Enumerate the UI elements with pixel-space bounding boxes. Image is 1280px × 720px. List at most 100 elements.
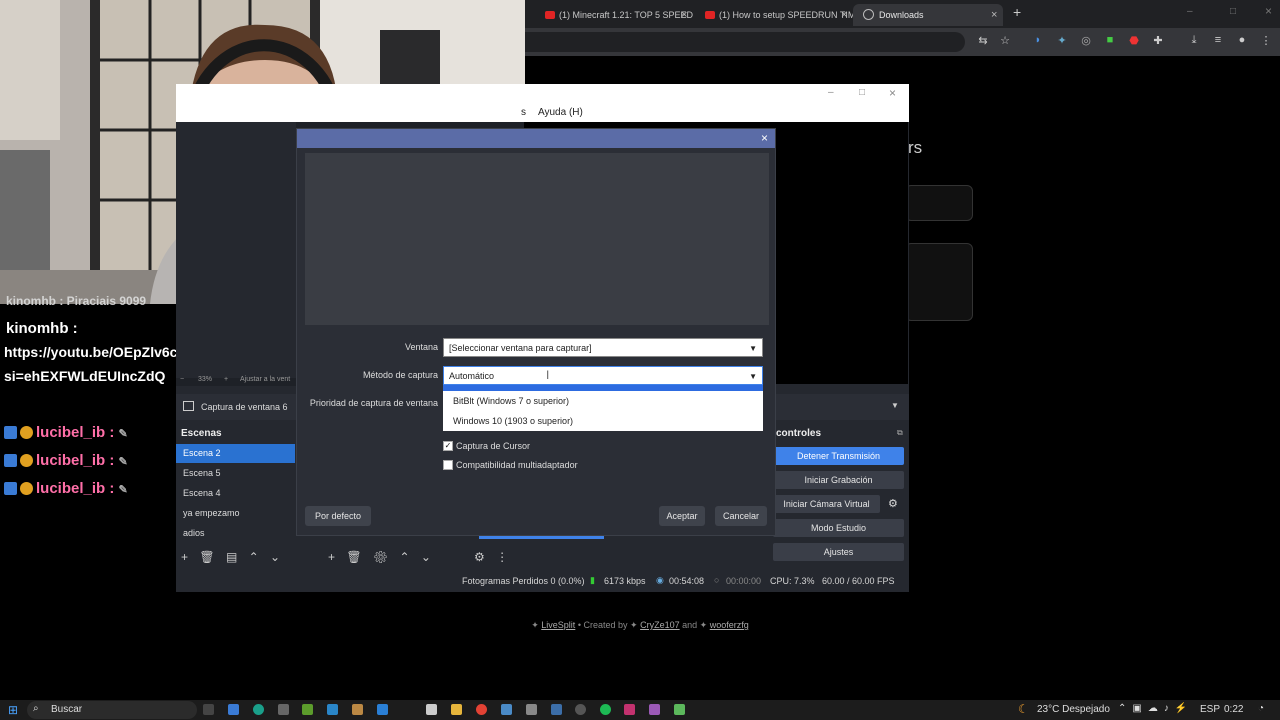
extension-icon[interactable]: ■ xyxy=(1102,34,1118,46)
notification-icon[interactable]: ◔ xyxy=(1258,703,1264,714)
multiadapter-checkbox[interactable] xyxy=(443,460,453,470)
app-icon[interactable] xyxy=(302,704,313,715)
browser-tab[interactable]: (1) Minecraft 1.21: TOP 5 SPEED × xyxy=(533,4,693,26)
trash-icon[interactable]: 🗑 xyxy=(346,550,361,564)
settings-button[interactable]: Ajustes xyxy=(773,543,904,561)
scene-item[interactable]: adios xyxy=(176,524,295,543)
window-select[interactable]: [Seleccionar ventana para capturar] ▼ xyxy=(443,338,763,357)
chrome-icon[interactable] xyxy=(476,704,487,715)
playlist-icon[interactable]: ≡ xyxy=(1210,34,1226,46)
trash-icon[interactable]: 🗑 xyxy=(199,550,214,564)
zoom-fit-button[interactable]: Ajustar a la vent xyxy=(240,376,290,383)
app-icon[interactable] xyxy=(228,704,239,715)
folder-icon[interactable] xyxy=(451,704,462,715)
taskbar: ⊞ ⌕ Buscar ☾ 23°C Despejado ⌃▣☁♪⚡ ESP 0:… xyxy=(0,700,1280,720)
minecraft-icon[interactable] xyxy=(674,704,685,715)
scene-item[interactable]: Escena 2 xyxy=(176,444,295,463)
minimize-button[interactable]: – xyxy=(1187,6,1193,17)
accept-button[interactable]: Aceptar xyxy=(659,506,705,526)
app-icon[interactable] xyxy=(278,704,289,715)
author-link[interactable]: CryZe107 xyxy=(640,620,680,630)
gear-icon[interactable]: ⚙ xyxy=(474,550,485,564)
browser-tab[interactable]: (1) How to setup SPEEDRUN TIM × xyxy=(693,4,853,26)
app-icon[interactable] xyxy=(327,704,338,715)
app-icon[interactable] xyxy=(501,704,512,715)
app-icon[interactable] xyxy=(426,704,437,715)
address-bar[interactable] xyxy=(525,32,965,52)
undock-icon[interactable]: ⧉ xyxy=(897,428,903,438)
search-box[interactable]: ⌕ Buscar xyxy=(27,701,197,719)
down-icon[interactable]: ⌄ xyxy=(270,550,280,564)
capture-method-select[interactable]: Automático ▼ xyxy=(443,366,763,385)
close-window-button[interactable]: × xyxy=(1265,4,1272,18)
star-icon[interactable]: ☆ xyxy=(997,34,1013,47)
weather-text[interactable]: 23°C Despejado xyxy=(1037,704,1110,715)
taskview-icon[interactable] xyxy=(203,704,214,715)
gear-icon[interactable] xyxy=(526,704,537,715)
app-icon[interactable] xyxy=(377,704,388,715)
close-icon[interactable]: × xyxy=(841,4,847,26)
studio-mode-button[interactable]: Modo Estudio xyxy=(773,519,904,537)
maximize-button[interactable]: □ xyxy=(1230,6,1236,17)
zoom-in-button[interactable]: + xyxy=(224,376,228,383)
cancel-button[interactable]: Cancelar xyxy=(715,506,767,526)
app-icon[interactable] xyxy=(352,704,363,715)
up-icon[interactable]: ⌃ xyxy=(400,550,410,564)
new-tab-button[interactable]: + xyxy=(1013,4,1021,20)
scene-item[interactable]: Escena 4 xyxy=(176,484,295,503)
filter-icon[interactable]: ▤ xyxy=(226,550,237,564)
app-icon[interactable] xyxy=(624,704,635,715)
extension-icon[interactable]: ◎ xyxy=(1078,34,1094,47)
tab-title: (1) Minecraft 1.21: TOP 5 SPEED xyxy=(559,10,693,20)
avatar[interactable]: ● xyxy=(1234,34,1250,46)
tray-icons[interactable]: ⌃▣☁♪⚡ xyxy=(1118,703,1193,714)
add-icon[interactable]: + xyxy=(328,550,335,564)
minimize-button[interactable]: – xyxy=(828,87,834,98)
close-window-button[interactable]: × xyxy=(889,86,896,100)
close-icon[interactable]: × xyxy=(991,4,997,26)
chevron-down-icon[interactable]: ▼ xyxy=(891,401,899,410)
zoom-level: 33% xyxy=(198,376,213,383)
browser-tab-active[interactable]: Downloads × xyxy=(853,4,1003,26)
language[interactable]: ESP xyxy=(1200,704,1220,715)
scene-item[interactable]: ya empezamo xyxy=(176,504,295,523)
dropdown-option[interactable]: Windows 10 (1903 o superior) xyxy=(443,411,763,431)
author-link[interactable]: wooferzfg xyxy=(710,620,749,630)
stop-stream-button[interactable]: Detener Transmisión xyxy=(773,447,904,465)
app-icon[interactable] xyxy=(551,704,562,715)
extension-icon[interactable]: ◗ xyxy=(1030,34,1046,46)
clock[interactable]: 0:22 xyxy=(1224,704,1243,715)
search-placeholder: Buscar xyxy=(51,704,83,715)
edge-icon[interactable] xyxy=(253,704,264,715)
puzzle-icon[interactable]: ✚ xyxy=(1150,34,1166,47)
cursor-checkbox[interactable]: ✓ xyxy=(443,441,453,451)
gear-icon[interactable]: ⚙ xyxy=(373,550,388,564)
livesplit-link[interactable]: LiveSplit xyxy=(541,620,575,630)
extension-icon[interactable]: ✦ xyxy=(1054,34,1070,47)
download-icon[interactable]: ⤓ xyxy=(1186,34,1202,47)
scene-item[interactable]: Escena 5 xyxy=(176,464,295,483)
defaults-button[interactable]: Por defecto xyxy=(305,506,371,526)
close-icon[interactable]: × xyxy=(681,4,687,26)
coin-icon xyxy=(20,454,33,467)
menu-help[interactable]: Ayuda (H) xyxy=(538,107,583,118)
adblock-icon[interactable]: ⬣ xyxy=(1126,34,1142,47)
add-icon[interactable]: + xyxy=(181,550,188,564)
obs-icon[interactable] xyxy=(575,704,586,715)
up-icon[interactable]: ⌃ xyxy=(249,550,259,564)
translate-icon[interactable]: ⇆ xyxy=(975,34,991,47)
menu-icon[interactable]: ⋮ xyxy=(1258,34,1274,47)
dropdown-option[interactable]: BitBlt (Windows 7 o superior) xyxy=(443,391,763,411)
spotify-icon[interactable] xyxy=(600,704,611,715)
start-recording-button[interactable]: Iniciar Grabación xyxy=(773,471,904,489)
virtual-camera-button[interactable]: Iniciar Cámara Virtual xyxy=(773,495,880,513)
dialog-titlebar: × xyxy=(297,129,775,148)
zoom-out-button[interactable]: − xyxy=(180,376,184,383)
gear-icon[interactable]: ⚙ xyxy=(888,497,898,510)
more-icon[interactable]: ⋮ xyxy=(496,550,508,564)
windows-start-icon[interactable]: ⊞ xyxy=(8,703,18,717)
maximize-button[interactable]: □ xyxy=(859,87,865,98)
app-icon[interactable] xyxy=(649,704,660,715)
close-icon[interactable]: × xyxy=(761,131,768,145)
down-icon[interactable]: ⌄ xyxy=(421,550,431,564)
